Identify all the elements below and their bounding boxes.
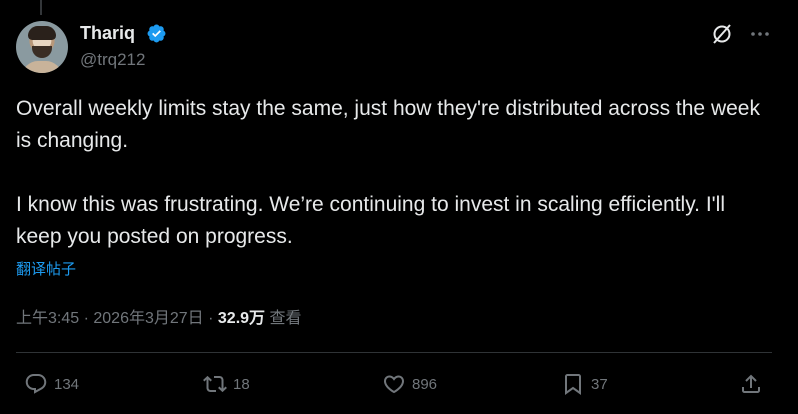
like-count: 896 <box>412 375 438 393</box>
tweet-date[interactable]: 2026年3月27日 <box>93 310 203 327</box>
divider <box>16 352 772 353</box>
heart-icon <box>383 375 405 394</box>
verified-badge-icon[interactable] <box>146 23 167 44</box>
tweet-paragraph-2: I know this was frustrating. We’re conti… <box>16 193 725 248</box>
reply-button[interactable]: 134 <box>24 371 79 397</box>
avatar[interactable] <box>16 21 68 73</box>
views-label: 查看 <box>269 310 302 327</box>
reply-count: 134 <box>54 375 80 393</box>
meta-separator-2: · <box>203 310 218 327</box>
avatar-shirt <box>22 61 62 73</box>
more-options-icon[interactable] <box>748 22 772 46</box>
tweet-meta: 上午3:45 · 2026年3月27日 · 32.9万 查看 <box>16 304 302 328</box>
bookmark-count: 37 <box>591 375 608 393</box>
bookmark-button[interactable]: 37 <box>561 371 608 397</box>
avatar-hair <box>28 26 56 40</box>
thread-connector-line <box>40 0 42 15</box>
tweet-text: Overall weekly limits stay the same, jus… <box>16 93 776 253</box>
translate-post-link[interactable]: 翻译帖子 <box>16 258 76 279</box>
grok-icon[interactable] <box>710 22 734 46</box>
retweet-button[interactable]: 18 <box>203 371 250 397</box>
meta-separator: · <box>79 310 94 327</box>
share-icon <box>742 374 760 393</box>
avatar-beard <box>32 46 52 58</box>
like-button[interactable]: 896 <box>382 371 437 397</box>
tweet-paragraph-1: Overall weekly limits stay the same, jus… <box>16 97 760 152</box>
retweet-icon <box>203 375 227 393</box>
bookmark-icon <box>565 374 581 395</box>
reply-icon <box>25 374 47 394</box>
retweet-count: 18 <box>233 375 250 393</box>
author-display-name[interactable]: Thariq <box>80 23 135 44</box>
author-handle[interactable]: @trq212 <box>80 50 145 70</box>
views-count: 32.9万 <box>217 310 266 327</box>
tweet-time[interactable]: 上午3:45 <box>16 310 79 327</box>
share-button[interactable] <box>739 371 769 397</box>
